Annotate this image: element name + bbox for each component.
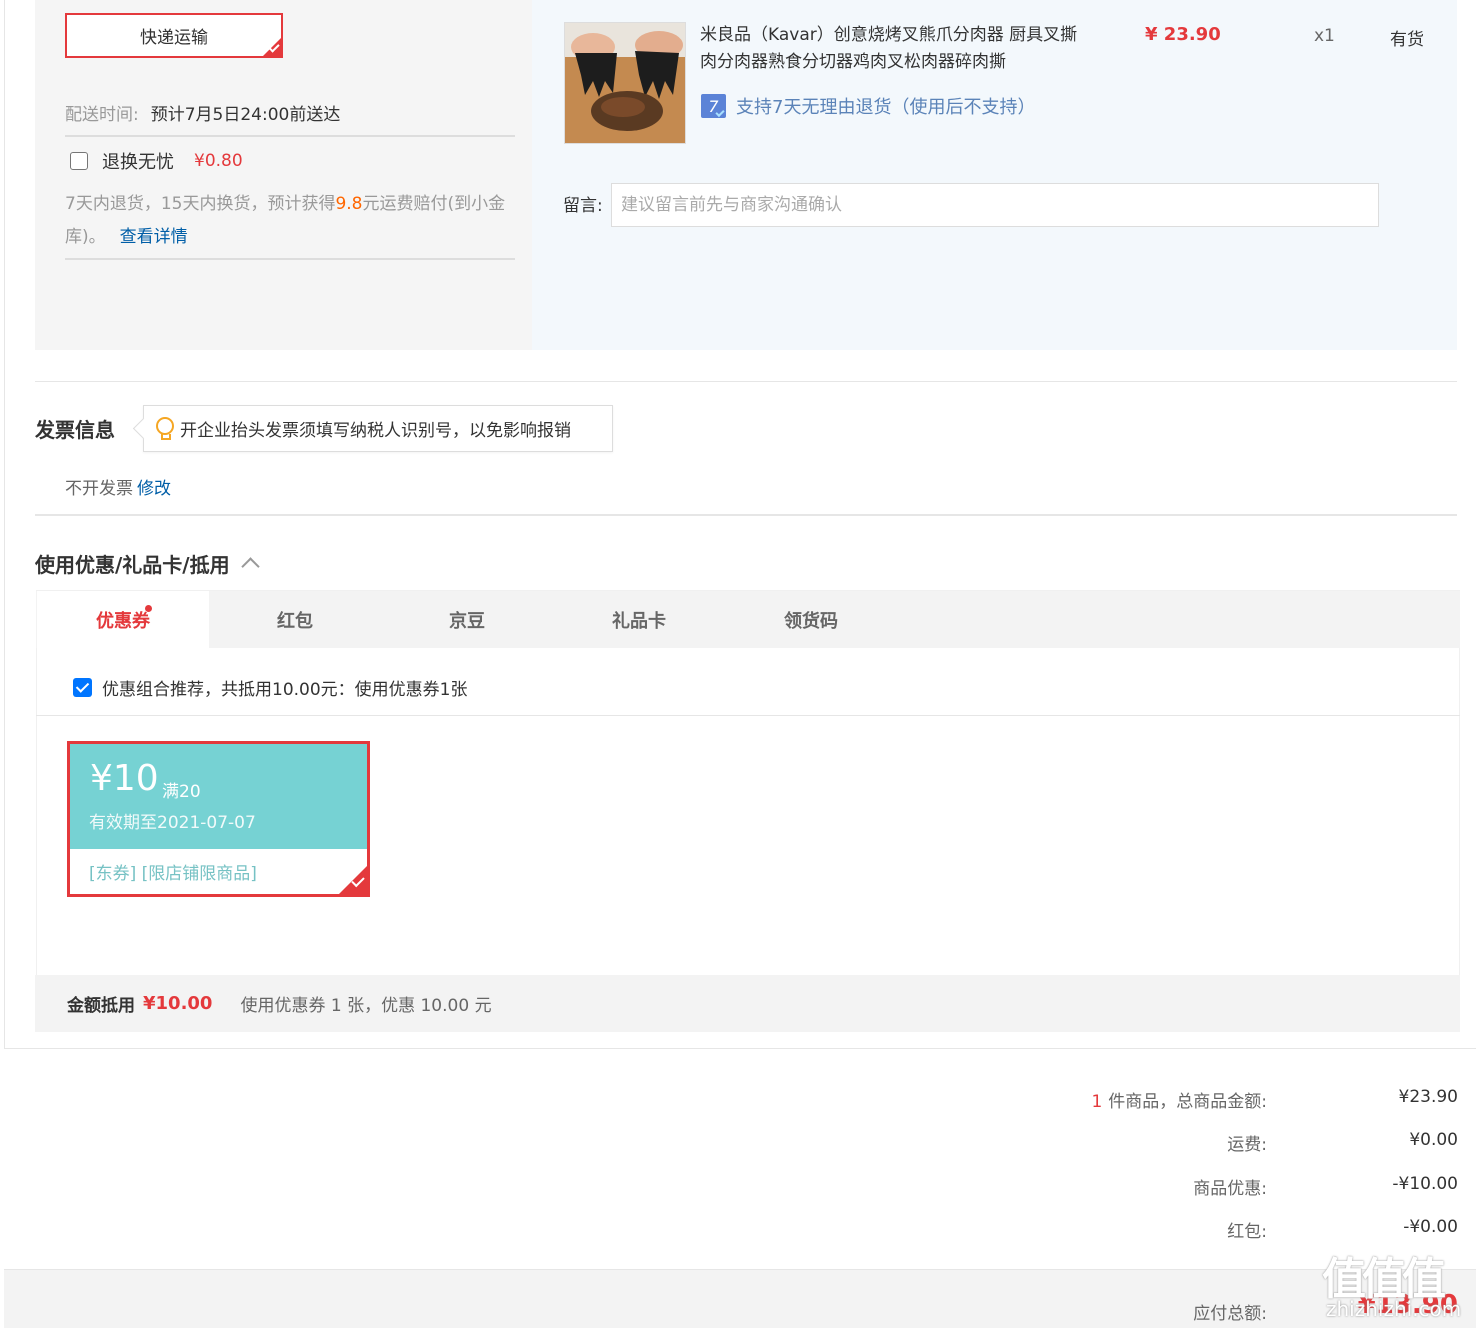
discount-label: 商品优惠:: [1193, 1179, 1267, 1199]
shipping-fee-value: ¥0.00: [1409, 1130, 1458, 1150]
delivery-value: 预计7月5日24:00前送达: [150, 105, 341, 125]
tab-label: 京豆: [449, 610, 485, 632]
invoice-title: 发票信息: [35, 418, 115, 442]
payable-label: 应付总额:: [1193, 1304, 1267, 1324]
frame-left-border: [4, 0, 5, 1048]
tab-coupons[interactable]: 优惠券: [37, 591, 209, 648]
invoice-tip-text: 开企业抬头发票须填写纳税人识别号，以免影响报销: [180, 421, 571, 441]
tab-gift-cards[interactable]: 礼品卡: [553, 591, 725, 648]
express-shipping-label: 快递运输: [140, 28, 208, 48]
worry-free-row: 退换无忧 ¥0.80: [70, 148, 243, 174]
summary-amount: ¥10.00: [143, 993, 213, 1014]
discount-value: -¥10.00: [1392, 1174, 1458, 1194]
product-quantity: x1: [1314, 26, 1335, 46]
red-packet-label: 红包:: [1227, 1222, 1267, 1242]
goods-total-label: 件商品，总商品金额:: [1108, 1092, 1267, 1112]
coupon-validity: 有效期至2021-07-07: [89, 813, 256, 833]
invoice-status: 不开发票: [65, 479, 133, 499]
notification-dot-icon: [145, 605, 152, 612]
worry-free-checkbox[interactable]: [70, 152, 88, 170]
item-count: 1: [1091, 1092, 1103, 1112]
return-policy: 7 支持7天无理由退货（使用后不支持）: [701, 93, 1035, 119]
message-label: 留言:: [563, 196, 603, 216]
goods-total-label-row: 1 件商品，总商品金额:: [1091, 1087, 1267, 1112]
invoice-tip-tooltip: 开企业抬头发票须填写纳税人识别号，以免影响报销: [143, 405, 613, 452]
delivery-time: 配送时间: 预计7月5日24:00前送达: [65, 100, 340, 125]
combo-recommend-text: 优惠组合推荐，共抵用10.00元：使用优惠券1张: [102, 680, 468, 700]
product-photo: [565, 23, 685, 143]
product-image[interactable]: [564, 22, 686, 144]
worry-desc-text-1: 7天内退货，15天内换货，预计获得: [65, 194, 336, 214]
express-shipping-option[interactable]: 快递运输: [65, 13, 283, 58]
message-input[interactable]: [611, 183, 1379, 227]
tab-redemption-code[interactable]: 领货码: [725, 591, 897, 648]
selected-check-icon: [263, 38, 281, 56]
worry-free-description: 7天内退货，15天内换货，预计获得9.8元运费赔付(到小金库)。 查看详情: [65, 188, 515, 254]
product-price: ¥ 23.90: [1145, 24, 1221, 45]
goods-total-value: ¥23.90: [1398, 1087, 1458, 1107]
invoice-status-row: 不开发票 修改: [65, 474, 171, 499]
chevron-up-icon: [240, 557, 260, 576]
lightbulb-icon: [156, 416, 174, 441]
delivery-label: 配送时间:: [65, 105, 139, 125]
seven-day-return-icon: 7: [701, 94, 726, 118]
tab-label: 领货码: [784, 610, 838, 632]
worry-free-price: ¥0.80: [194, 151, 243, 171]
coupon-condition: 满20: [162, 782, 201, 802]
return-policy-text: 支持7天无理由退货（使用后不支持）: [736, 97, 1036, 118]
combo-recommend-checkbox[interactable]: [73, 678, 92, 697]
view-details-link[interactable]: 查看详情: [120, 227, 188, 247]
coupon-amount: ¥10: [90, 758, 159, 799]
coupons-title: 使用优惠/礼品卡/抵用: [35, 553, 230, 577]
product-stock-status: 有货: [1390, 30, 1424, 50]
tab-label: 礼品卡: [612, 610, 666, 632]
red-packet-value: -¥0.00: [1403, 1217, 1458, 1237]
product-name[interactable]: 米良品（Kavar）创意烧烤叉熊爪分肉器 厨具叉撕肉分肉器熟食分切器鸡肉叉松肉器…: [700, 22, 1080, 76]
combo-recommend-row: 优惠组合推荐，共抵用10.00元：使用优惠券1张: [73, 675, 467, 700]
worry-free-label: 退换无忧: [102, 152, 174, 173]
shipping-fee-label: 运费:: [1227, 1135, 1267, 1155]
coupon-summary-bar: 金额抵用 ¥10.00 使用优惠券 1 张，优惠 10.00 元: [35, 975, 1460, 1032]
divider: [36, 715, 1460, 716]
summary-label: 金额抵用: [67, 996, 135, 1016]
frame-bottom-border: [4, 1048, 1476, 1049]
watermark: 值值值 zhizhizhi.com: [1322, 1243, 1472, 1328]
worry-desc-highlight: 9.8: [335, 194, 363, 214]
section-divider: [35, 381, 1457, 382]
invoice-modify-link[interactable]: 修改: [137, 479, 171, 499]
coupon-tags: [东券] [限店铺限商品]: [89, 864, 257, 884]
selected-check-icon: [339, 866, 367, 894]
tab-red-packets[interactable]: 红包: [209, 591, 381, 648]
coupon-card[interactable]: ¥10 满20 有效期至2021-07-07 [东券] [限店铺限商品]: [67, 741, 370, 897]
tab-jd-beans[interactable]: 京豆: [381, 591, 553, 648]
coupons-section-toggle[interactable]: 使用优惠/礼品卡/抵用: [35, 549, 260, 578]
watermark-url: zhizhizhi.com: [1326, 1297, 1462, 1321]
summary-description: 使用优惠券 1 张，优惠 10.00 元: [240, 996, 492, 1016]
divider: [65, 135, 515, 137]
divider: [65, 258, 515, 260]
section-divider: [35, 514, 1457, 516]
tab-label: 红包: [277, 610, 313, 632]
tab-label: 优惠券: [96, 610, 150, 632]
